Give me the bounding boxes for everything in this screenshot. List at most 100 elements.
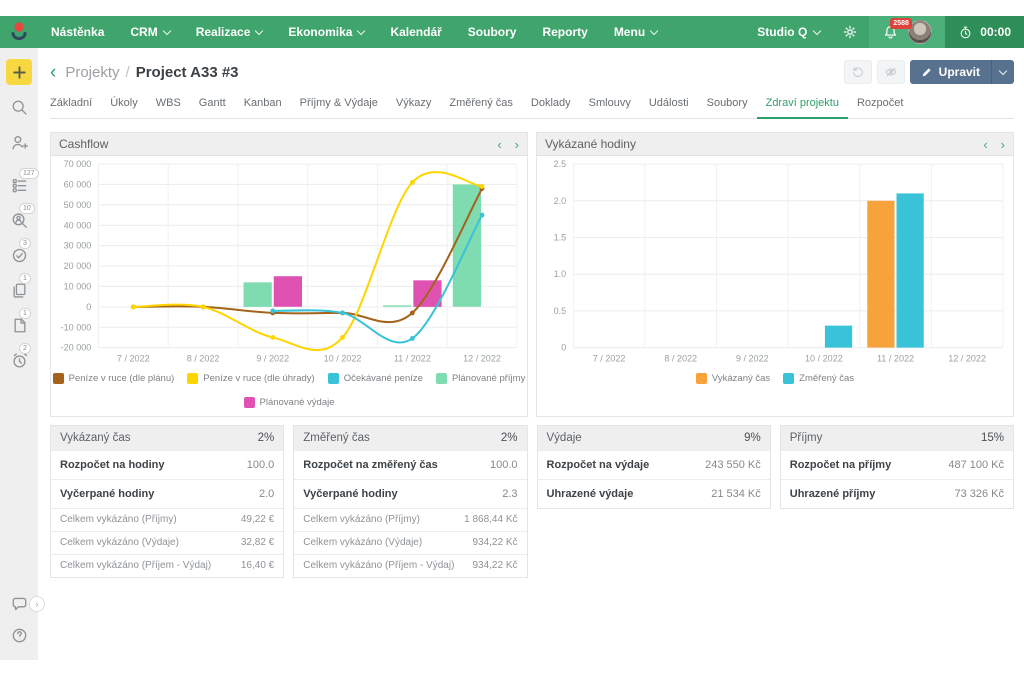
- svg-text:70 000: 70 000: [64, 159, 92, 169]
- sidebar-expand-button[interactable]: ›: [29, 596, 45, 612]
- time-tracker-button[interactable]: 00:00: [945, 16, 1024, 48]
- breadcrumb-parent[interactable]: Projekty: [65, 64, 119, 81]
- back-button[interactable]: ‹: [50, 63, 56, 82]
- summary-percent: 15%: [981, 432, 1004, 444]
- legend-label: Plánované příjmy: [452, 373, 525, 384]
- nav-item-nastenka[interactable]: Nástěnka: [38, 16, 117, 48]
- summary-row-value: 243 550 Kč: [705, 459, 761, 471]
- eye-off-icon: [884, 65, 898, 79]
- tab-zdravi-projektu[interactable]: Zdraví projektu: [757, 97, 848, 119]
- nav-item-realizace[interactable]: Realizace: [183, 16, 276, 48]
- legend-item-planovane-vydaje: Plánované výdaje: [244, 397, 335, 408]
- sidebar-help-button[interactable]: [6, 622, 32, 648]
- nav-item-reporty[interactable]: Reporty: [529, 16, 600, 48]
- summary-row-celkem-vykazano-vydaje: Celkem vykázáno (Výdaje)934,22 Kč: [294, 531, 526, 554]
- tab-rozpocet[interactable]: Rozpočet: [848, 97, 912, 119]
- summary-row-value: 100.0: [490, 459, 518, 471]
- svg-text:40 000: 40 000: [64, 220, 92, 230]
- edit-dropdown-button[interactable]: [991, 60, 1014, 84]
- cashflow-next-button[interactable]: ›: [515, 138, 519, 151]
- tab-zakladni[interactable]: Základní: [50, 97, 101, 119]
- topnav-right: Studio Q 2588: [746, 16, 1024, 48]
- svg-text:10 000: 10 000: [64, 281, 92, 291]
- summary-row-label: Rozpočet na příjmy: [790, 459, 891, 471]
- summary-row-label: Vyčerpané hodiny: [60, 488, 154, 500]
- sidebar-person-add-button[interactable]: [6, 129, 32, 155]
- history-icon: [851, 65, 865, 79]
- sidebar-count-badge: 3: [19, 238, 31, 249]
- help-icon: [10, 626, 29, 645]
- tab-gantt[interactable]: Gantt: [190, 97, 235, 119]
- summary-title: Vykázaný čas: [60, 432, 131, 444]
- legend-item-penize-v-ruce-dle-planu: Peníze v ruce (dle plánu): [53, 373, 175, 384]
- summary-row-uhrazene-vydaje: Uhrazené výdaje21 534 Kč: [538, 479, 770, 508]
- sidebar-alarm-button[interactable]: 2: [6, 347, 32, 373]
- reported-hours-next-button[interactable]: ›: [1001, 138, 1005, 151]
- sidebar-search-person-button[interactable]: 10: [6, 207, 32, 233]
- gear-icon: [842, 24, 858, 40]
- svg-text:1.0: 1.0: [554, 269, 567, 279]
- charts-row: Cashflow ‹ › 70 00060 00050 00040 00030 …: [50, 132, 1014, 417]
- tab-smlouvy[interactable]: Smlouvy: [580, 97, 640, 119]
- tab-bar: ZákladníÚkolyWBSGanttKanbanPříjmy & Výda…: [50, 97, 1014, 119]
- notifications-button[interactable]: 2588: [882, 24, 899, 41]
- sidebar-task-list-button[interactable]: 127: [6, 172, 32, 198]
- tab-soubory[interactable]: Soubory: [698, 97, 757, 119]
- summary-row-label: Uhrazené příjmy: [790, 488, 876, 500]
- cashflow-card-title: Cashflow: [59, 137, 108, 151]
- watch-toggle-button[interactable]: [877, 60, 905, 84]
- cashflow-prev-button[interactable]: ‹: [497, 138, 501, 151]
- summary-row-label: Celkem vykázáno (Výdaje): [60, 537, 179, 548]
- top-navigation: NástěnkaCRMRealizaceEkonomika Kalendář Sou…: [0, 16, 1024, 48]
- sidebar-clock-check-button[interactable]: 3: [6, 242, 32, 268]
- summary-row-value: 1 868,44 Kč: [464, 514, 517, 525]
- edit-button[interactable]: Upravit: [910, 60, 991, 84]
- summary-row-label: Uhrazené výdaje: [547, 488, 634, 500]
- summary-row-value: 73 326 Kč: [954, 488, 1004, 500]
- sidebar-search-button[interactable]: [6, 94, 32, 120]
- svg-text:9 / 2022: 9 / 2022: [736, 354, 769, 364]
- tab-doklady[interactable]: Doklady: [522, 97, 580, 119]
- legend-item-ocekavane-penize: Očekávané peníze: [328, 373, 423, 384]
- reported-hours-prev-button[interactable]: ‹: [983, 138, 987, 151]
- nav-item-menu[interactable]: Menu: [601, 16, 670, 48]
- summary-card-expenses: Výdaje 9% Rozpočet na výdaje243 550 KčUh…: [537, 425, 771, 509]
- page-header: ‹ Projekty / Project A33 #3: [50, 60, 1014, 84]
- sidebar-copy-docs-button[interactable]: 1: [6, 277, 32, 303]
- reported-hours-card-title: Vykázané hodiny: [545, 137, 636, 151]
- tab-zmereny-cas[interactable]: Změřený čas: [440, 97, 522, 119]
- workspace-label: Studio Q: [757, 25, 807, 39]
- summary-title: Změřený čas: [303, 432, 369, 444]
- tab-udalosti[interactable]: Události: [640, 97, 698, 119]
- tab-vykazy[interactable]: Výkazy: [387, 97, 440, 119]
- user-avatar[interactable]: [908, 20, 932, 44]
- tab-ukoly[interactable]: Úkoly: [101, 97, 147, 119]
- summary-row-rozpocet-na-zmereny-cas: Rozpočet na změřený čas 100.0: [294, 450, 526, 479]
- nav-item-ekonomika[interactable]: Ekonomika: [275, 16, 377, 48]
- sidebar-document-button[interactable]: 1: [6, 312, 32, 338]
- tab-kanban[interactable]: Kanban: [235, 97, 291, 119]
- summary-row-label: Rozpočet na změřený čas: [303, 459, 438, 471]
- settings-button[interactable]: [831, 16, 869, 48]
- summary-row-rozpocet-na-prijmy: Rozpočet na příjmy487 100 Kč: [781, 450, 1013, 479]
- summary-row-celkem-vykazano-vydaje: Celkem vykázáno (Výdaje)32,82 €: [51, 531, 283, 554]
- chevron-down-icon: [162, 26, 170, 34]
- nav-item-crm[interactable]: CRM: [117, 16, 182, 48]
- summary-row-label: Vyčerpané hodiny: [303, 488, 397, 500]
- summary-row-label: Rozpočet na výdaje: [547, 459, 650, 471]
- nav-item-kalendar[interactable]: Kalendář: [377, 16, 454, 48]
- legend-swatch: [53, 373, 64, 384]
- tab-wbs[interactable]: WBS: [147, 97, 190, 119]
- history-button[interactable]: [844, 60, 872, 84]
- workspace-switcher[interactable]: Studio Q: [746, 16, 831, 48]
- chevron-down-icon: [999, 66, 1007, 74]
- tab-prijmy-vydaje[interactable]: Příjmy & Výdaje: [291, 97, 387, 119]
- nav-item-soubory[interactable]: Soubory: [455, 16, 530, 48]
- svg-text:0.5: 0.5: [554, 306, 567, 316]
- nav-item-label: Kalendář: [390, 25, 441, 39]
- legend-swatch: [328, 373, 339, 384]
- app-logo[interactable]: [0, 16, 38, 48]
- sidebar-plus-button[interactable]: [6, 59, 32, 85]
- svg-text:10 / 2022: 10 / 2022: [324, 354, 362, 364]
- pencil-icon: [921, 66, 933, 78]
